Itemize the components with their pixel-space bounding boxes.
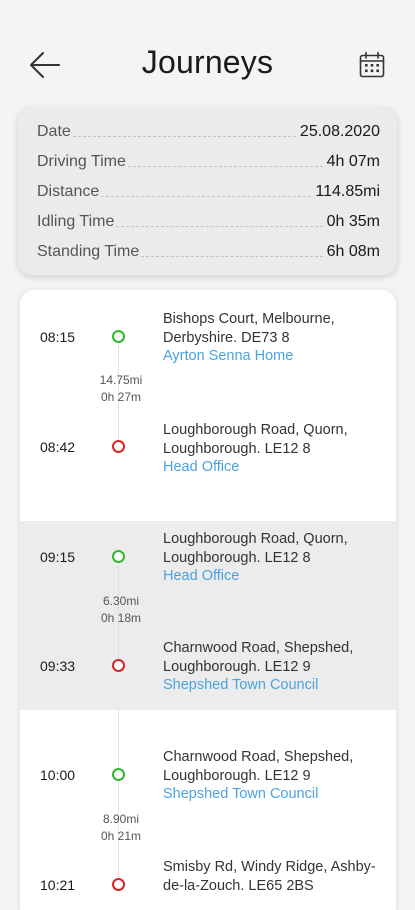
summary-value: 0h 35m xyxy=(326,213,380,230)
leader-dots xyxy=(141,256,323,257)
summary-row-driving-time: Driving Time 4h 07m xyxy=(37,145,380,175)
trip-duration: 0h 27m xyxy=(100,390,142,404)
end-point-icon xyxy=(112,878,125,891)
end-point-icon xyxy=(112,659,125,672)
summary-label: Idling Time xyxy=(37,213,115,230)
summary-row-idling-time: Idling Time 0h 35m xyxy=(37,205,380,235)
start-time: 08:15 xyxy=(40,329,76,345)
leader-dots xyxy=(127,166,323,167)
start-location: Loughborough Road, Quorn, Loughborough. … xyxy=(163,530,388,586)
end-address: Loughborough Road, Quorn, Loughborough. … xyxy=(163,422,348,457)
journey-item[interactable]: 08:15 Bishops Court, Melbourne, Derbyshi… xyxy=(20,290,396,521)
end-place-link[interactable]: Shepshed Town Council xyxy=(163,676,388,695)
summary-row-distance: Distance 114.85mi xyxy=(37,175,380,205)
app-header: Journeys xyxy=(0,0,415,110)
trip-duration: 0h 21m xyxy=(100,829,142,843)
trip-distance: 8.90mi xyxy=(102,812,140,826)
end-time: 10:21 xyxy=(40,877,76,893)
trip-distance: 6.30mi xyxy=(102,594,140,608)
start-point-icon xyxy=(112,330,125,343)
route-line xyxy=(118,710,119,885)
start-location: Charnwood Road, Shepshed, Loughborough. … xyxy=(163,748,388,804)
start-point-icon xyxy=(112,768,125,781)
journey-list: 08:15 Bishops Court, Melbourne, Derbyshi… xyxy=(20,290,396,910)
end-place-link[interactable]: Head Office xyxy=(163,458,388,477)
end-time: 09:33 xyxy=(40,658,76,674)
calendar-icon xyxy=(359,51,385,78)
start-address: Bishops Court, Melbourne, Derbyshire. DE… xyxy=(163,311,335,346)
trip-stats: 14.75mi 0h 27m xyxy=(82,372,160,406)
journey-item[interactable]: 09:15 Loughborough Road, Quorn, Loughbor… xyxy=(20,521,396,710)
summary-row-date: Date 25.08.2020 xyxy=(37,115,380,145)
start-place-link[interactable]: Ayrton Senna Home xyxy=(163,347,388,366)
start-place-link[interactable]: Head Office xyxy=(163,567,388,586)
trip-stats: 6.30mi 0h 18m xyxy=(82,593,160,627)
end-location: Smisby Rd, Windy Ridge, Ashby-de-la-Zouc… xyxy=(163,858,388,895)
summary-value: 6h 08m xyxy=(326,243,380,260)
page-title: Journeys xyxy=(141,44,274,80)
start-address: Loughborough Road, Quorn, Loughborough. … xyxy=(163,531,348,566)
end-address: Charnwood Road, Shepshed, Loughborough. … xyxy=(163,640,354,675)
end-address: Smisby Rd, Windy Ridge, Ashby-de-la-Zouc… xyxy=(163,859,376,894)
start-address: Charnwood Road, Shepshed, Loughborough. … xyxy=(163,749,354,784)
summary-value: 4h 07m xyxy=(326,153,380,170)
journey-item[interactable]: 10:00 Charnwood Road, Shepshed, Loughbor… xyxy=(20,710,396,910)
journey-summary-card: Date 25.08.2020 Driving Time 4h 07m Dist… xyxy=(18,107,397,275)
start-place-link[interactable]: Shepshed Town Council xyxy=(163,785,388,804)
summary-label: Driving Time xyxy=(37,153,126,170)
leader-dots xyxy=(116,226,323,227)
summary-label: Standing Time xyxy=(37,243,140,260)
start-point-icon xyxy=(112,550,125,563)
end-time: 08:42 xyxy=(40,439,76,455)
start-time: 09:15 xyxy=(40,549,76,565)
summary-value: 114.85mi xyxy=(315,183,380,200)
trip-stats: 8.90mi 0h 21m xyxy=(82,811,160,845)
summary-label: Distance xyxy=(37,183,100,200)
end-location: Charnwood Road, Shepshed, Loughborough. … xyxy=(163,639,388,695)
summary-row-standing-time: Standing Time 6h 08m xyxy=(37,235,380,265)
calendar-button[interactable] xyxy=(358,51,386,79)
end-point-icon xyxy=(112,440,125,453)
trip-distance: 14.75mi xyxy=(99,373,143,387)
leader-dots xyxy=(101,196,312,197)
trip-duration: 0h 18m xyxy=(100,611,142,625)
start-location: Bishops Court, Melbourne, Derbyshire. DE… xyxy=(163,310,388,366)
summary-value: 25.08.2020 xyxy=(299,123,380,140)
summary-label: Date xyxy=(37,123,71,140)
start-time: 10:00 xyxy=(40,767,76,783)
leader-dots xyxy=(72,136,296,137)
end-location: Loughborough Road, Quorn, Loughborough. … xyxy=(163,421,388,477)
